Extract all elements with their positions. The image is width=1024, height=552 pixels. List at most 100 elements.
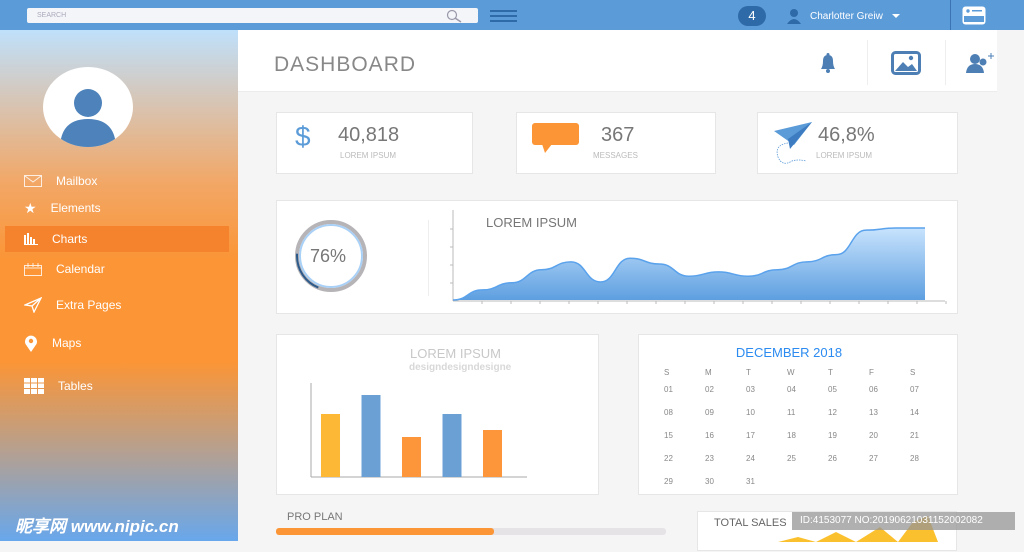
watermark-logo: 昵享网 www.nipic.cn <box>15 517 179 536</box>
stat-label: LOREM IPSUM <box>340 151 397 160</box>
calendar-day[interactable]: 27 <box>857 454 897 463</box>
weekday-label: F <box>869 368 874 377</box>
bar <box>402 437 421 477</box>
calendar-day[interactable]: 25 <box>775 454 815 463</box>
total-sales-label: TOTAL SALES <box>714 517 787 529</box>
stat-label: MESSAGES <box>593 151 638 160</box>
calendar-day[interactable]: 09 <box>693 408 733 417</box>
sidebar-item-label: Charts <box>52 232 88 246</box>
bar-chart-subtitle: designdesigndesigne <box>409 362 512 373</box>
calendar-day[interactable]: 11 <box>775 408 815 417</box>
calendar-day[interactable]: 13 <box>857 408 897 417</box>
calendar-day[interactable]: 26 <box>816 454 856 463</box>
pro-plan-progress <box>276 528 666 535</box>
pro-plan-progress-fill <box>276 528 495 535</box>
weekday-label: M <box>705 368 712 377</box>
bar <box>442 414 462 477</box>
page-title: DASHBOARD <box>274 53 417 76</box>
bar <box>361 395 381 477</box>
stat-card-messages: 367 MESSAGES <box>516 112 716 174</box>
calendar-day[interactable]: 15 <box>652 431 692 440</box>
sidebar-item-extra-pages[interactable]: Extra Pages <box>24 292 121 318</box>
image-icon[interactable] <box>891 51 921 75</box>
calendar-day[interactable]: 06 <box>857 385 897 394</box>
bar-chart-title: LOREM IPSUM <box>410 346 502 361</box>
weekday-label: S <box>910 368 916 377</box>
paper-plane-icon <box>24 297 42 313</box>
calendar-day[interactable]: 16 <box>693 431 733 440</box>
calendar-day[interactable]: 08 <box>652 408 692 417</box>
weekday-label: W <box>787 368 795 377</box>
search-input[interactable]: SEARCH <box>27 8 478 23</box>
weekday-label: T <box>746 368 751 377</box>
bell-icon[interactable] <box>817 52 839 74</box>
sidebar-item-label: Tables <box>58 379 93 393</box>
user-name: Charlotter Greiw <box>810 10 883 22</box>
calendar-day[interactable]: 12 <box>816 408 856 417</box>
calendar-day[interactable]: 14 <box>898 408 938 417</box>
calendar-day[interactable]: 28 <box>898 454 938 463</box>
search-icon[interactable] <box>445 9 465 23</box>
stat-value: 46,8% <box>818 124 875 146</box>
bar <box>483 430 502 477</box>
avatar <box>43 67 133 147</box>
sidebar-item-elements[interactable]: ★ Elements <box>24 195 101 221</box>
bar-chart-icon <box>24 233 38 245</box>
progress-ring-label: 76% <box>310 246 347 266</box>
sidebar-item-mailbox[interactable]: Mailbox <box>24 168 97 194</box>
calendar-day[interactable]: 20 <box>857 431 897 440</box>
calendar-day[interactable]: 04 <box>775 385 815 394</box>
calendar-day[interactable]: 23 <box>693 454 733 463</box>
calendar-day[interactable]: 22 <box>652 454 692 463</box>
calendar-day[interactable]: 19 <box>816 431 856 440</box>
sidebar-item-charts[interactable]: Charts <box>5 226 229 252</box>
area-chart <box>450 210 947 304</box>
calendar-day[interactable]: 05 <box>816 385 856 394</box>
sidebar-item-maps[interactable]: Maps <box>24 330 81 356</box>
sidebar-item-label: Maps <box>52 336 82 350</box>
divider <box>867 40 868 85</box>
map-pin-icon <box>25 335 37 352</box>
star-icon: ★ <box>24 199 37 216</box>
grid-icon <box>24 378 44 394</box>
user-icon <box>787 9 801 24</box>
calendar-day[interactable]: 10 <box>734 408 774 417</box>
calendar-day[interactable]: 29 <box>652 477 692 486</box>
chat-bubble-icon <box>532 123 579 153</box>
profile-card-icon[interactable] <box>962 6 986 25</box>
user-menu[interactable]: Charlotter Greiw <box>786 8 901 24</box>
weekday-label: T <box>828 368 833 377</box>
bar <box>321 414 340 477</box>
dollar-icon: $ <box>295 121 311 152</box>
stat-value: 367 <box>601 124 635 146</box>
notification-badge[interactable]: 4 <box>738 6 766 26</box>
calendar-day[interactable]: 18 <box>775 431 815 440</box>
stat-value: 40,818 <box>338 124 400 146</box>
watermark-id: ID:4153077 NO:20190621031152002082 <box>792 512 1015 530</box>
calendar-icon <box>24 262 42 276</box>
calendar-day[interactable]: 02 <box>693 385 733 394</box>
sidebar-item-label: Calendar <box>56 262 105 276</box>
calendar-title: DECEMBER 2018 <box>735 345 843 360</box>
calendar-day[interactable]: 30 <box>693 477 733 486</box>
calendar-day[interactable]: 21 <box>898 431 938 440</box>
calendar-day[interactable]: 24 <box>734 454 774 463</box>
calendar-day[interactable]: 17 <box>734 431 774 440</box>
hamburger-menu-button[interactable] <box>490 10 517 22</box>
calendar-day[interactable]: 31 <box>734 477 774 486</box>
calendar-day[interactable]: 01 <box>652 385 692 394</box>
sidebar-item-label: Extra Pages <box>56 298 122 312</box>
calendar-day[interactable]: 07 <box>898 385 938 394</box>
paper-plane-icon <box>774 122 812 164</box>
pro-plan-label: PRO PLAN <box>287 511 343 523</box>
sidebar-item-calendar[interactable]: Calendar <box>24 256 105 282</box>
bar-chart <box>310 383 527 478</box>
add-user-icon[interactable] <box>965 51 995 75</box>
stat-card-revenue: $ 40,818 LOREM IPSUM <box>276 112 473 174</box>
sidebar-item-tables[interactable]: Tables <box>24 373 93 399</box>
divider <box>950 0 951 30</box>
chevron-down-icon <box>891 14 900 18</box>
sidebar-item-label: Mailbox <box>56 174 98 188</box>
weekday-label: S <box>664 368 670 377</box>
calendar-day[interactable]: 03 <box>734 385 774 394</box>
